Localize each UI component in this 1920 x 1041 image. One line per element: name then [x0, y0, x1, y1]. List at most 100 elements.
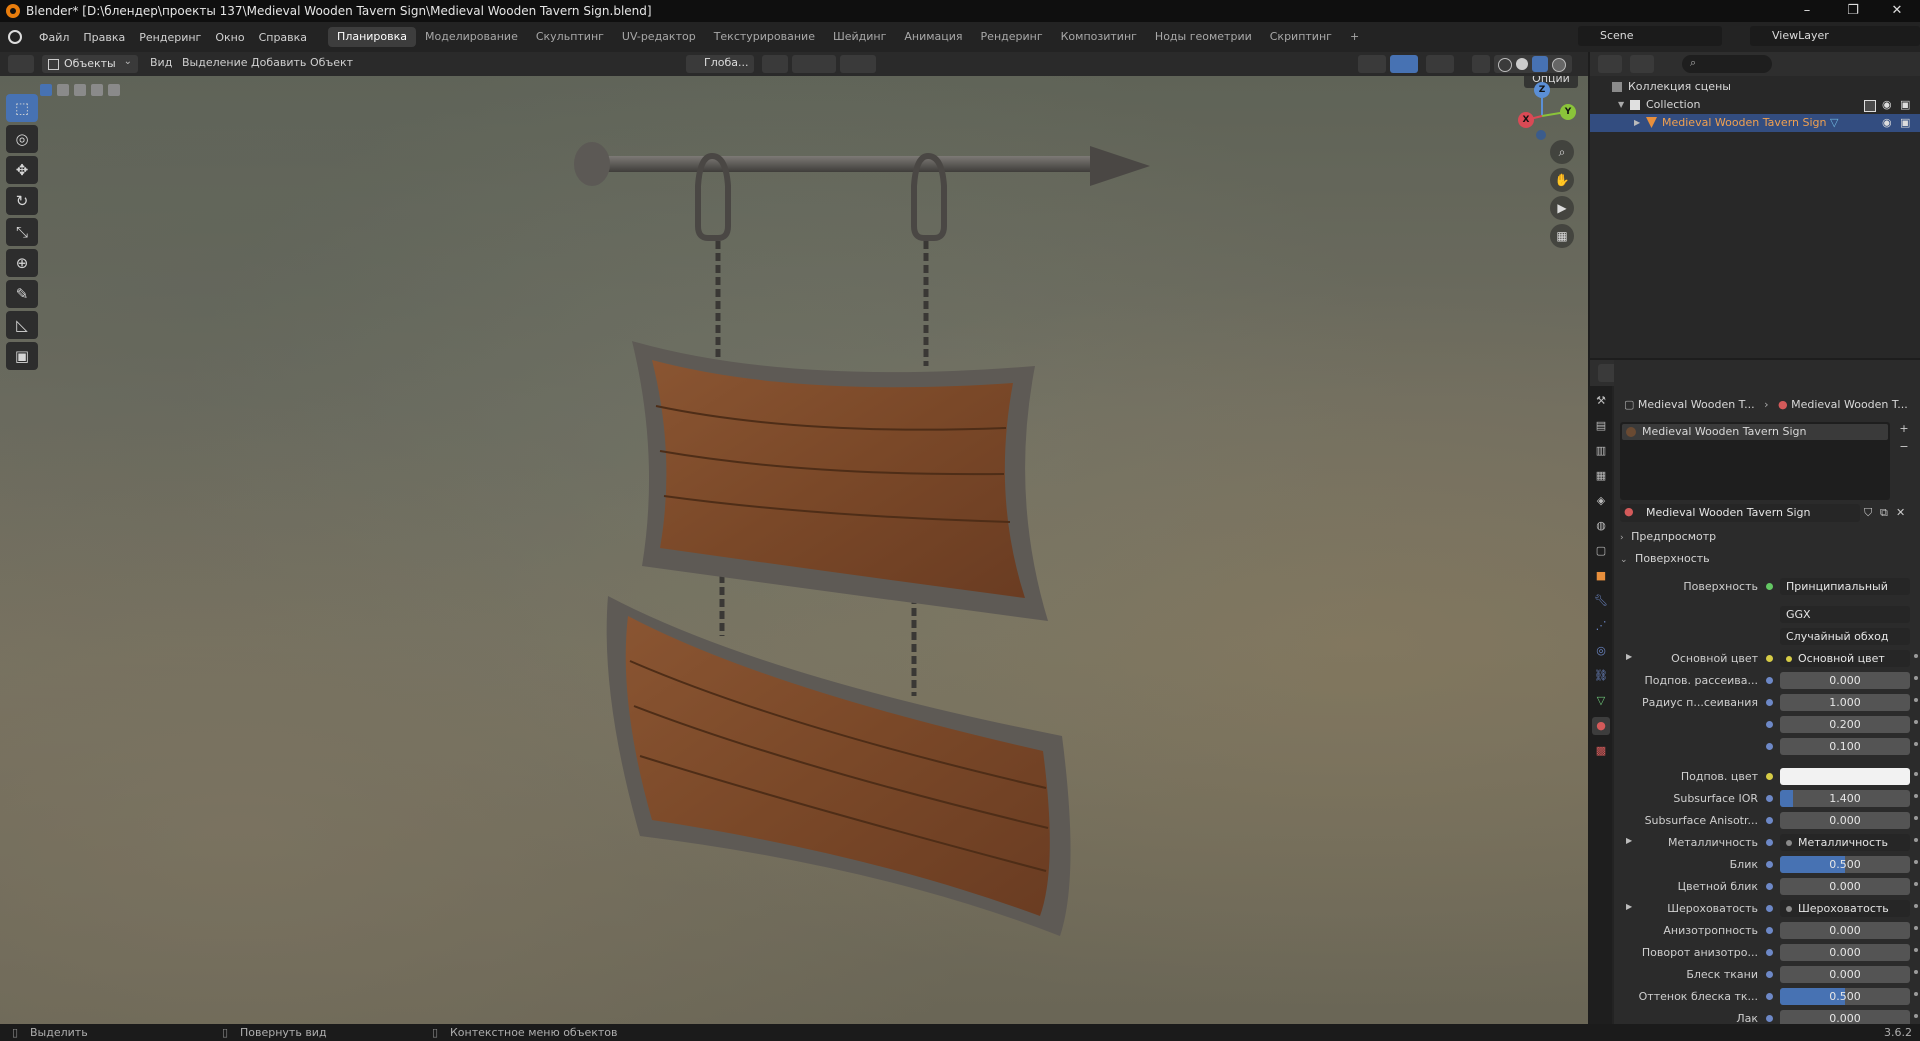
input-socket-icon[interactable] [1766, 949, 1773, 956]
keyframe-dot-icon[interactable] [1914, 904, 1918, 908]
input-socket-icon[interactable] [1766, 743, 1773, 750]
exclude-checkbox[interactable] [1864, 100, 1876, 112]
menu-help[interactable]: Справка [252, 31, 314, 44]
expand-arrow-icon[interactable]: ▶ [1634, 114, 1640, 132]
fake-user-icon[interactable]: ⛉ [1864, 506, 1872, 520]
tab-geometry-nodes[interactable]: Ноды геометрии [1146, 27, 1261, 47]
render-camera-icon[interactable]: ▣ [1900, 114, 1910, 132]
keyframe-dot-icon[interactable] [1914, 970, 1918, 974]
scene-selector[interactable]: Scene [1578, 26, 1722, 46]
tab-layout[interactable]: Планировка [328, 27, 417, 47]
menu-add[interactable]: Добавить [251, 56, 306, 69]
perspective-toggle-icon[interactable]: ▦ [1550, 224, 1574, 248]
input-socket-icon[interactable] [1766, 699, 1773, 706]
expand-arrow-icon[interactable]: ▶ [1626, 836, 1632, 845]
output-tab-icon[interactable]: ▥ [1592, 442, 1610, 460]
input-socket-icon[interactable] [1766, 839, 1773, 846]
wireframe-shading-icon[interactable] [1498, 58, 1512, 72]
input-socket-icon[interactable] [1766, 721, 1773, 728]
proportional-edit-button[interactable] [840, 55, 876, 73]
tab-scripting[interactable]: Скриптинг [1261, 27, 1341, 47]
color-swatch[interactable] [1780, 768, 1910, 785]
scene-tab-icon[interactable]: ◈ [1592, 492, 1610, 510]
unlink-icon[interactable]: ✕ [1896, 506, 1905, 519]
outliner-scene-collection-row[interactable]: Коллекция сцены [1590, 78, 1920, 96]
input-socket-icon[interactable] [1766, 861, 1773, 868]
number-slider[interactable]: 0.100 [1780, 738, 1910, 755]
material-name-field[interactable]: Medieval Wooden Tavern Sign [1646, 506, 1810, 519]
duplicate-icon[interactable]: ⧉ [1880, 506, 1888, 520]
xray-toggle-button[interactable] [1472, 55, 1490, 73]
gizmo-y-axis[interactable]: Y [1560, 104, 1576, 120]
view-layer-tab-icon[interactable]: ▦ [1592, 467, 1610, 485]
gizmo-toggle-button[interactable] [1390, 55, 1418, 73]
keyframe-dot-icon[interactable] [1914, 926, 1918, 930]
input-socket-icon[interactable] [1766, 817, 1773, 824]
input-socket-icon[interactable] [1766, 883, 1773, 890]
eye-icon[interactable]: ◉ [1882, 96, 1892, 114]
remove-slot-button[interactable]: − [1896, 440, 1912, 456]
texture-tab-icon[interactable]: ▩ [1592, 742, 1610, 760]
close-button[interactable]: ✕ [1874, 0, 1920, 22]
tab-shading[interactable]: Шейдинг [824, 27, 895, 47]
add-slot-button[interactable]: + [1896, 422, 1912, 438]
linked-input-field[interactable]: Шероховатость [1780, 900, 1910, 917]
number-slider[interactable]: 1.000 [1780, 694, 1910, 711]
keyframe-dot-icon[interactable] [1914, 794, 1918, 798]
view-layer-selector[interactable]: ViewLayer [1750, 26, 1920, 46]
overlay-toggle-button[interactable] [1426, 55, 1454, 73]
number-slider[interactable]: 0.500 [1780, 856, 1910, 873]
solid-shading-icon[interactable] [1516, 58, 1528, 70]
tab-compositing[interactable]: Композитинг [1052, 27, 1146, 47]
pan-hand-icon[interactable]: ✋ [1550, 168, 1574, 192]
collection-tab-icon[interactable]: ▢ [1592, 542, 1610, 560]
number-slider[interactable]: 1.400 [1780, 790, 1910, 807]
input-socket-icon[interactable] [1766, 677, 1773, 684]
material-shading-icon[interactable] [1532, 56, 1548, 72]
distribution-dropdown[interactable]: GGX [1780, 606, 1910, 623]
outliner-editor-type-button[interactable] [1598, 55, 1622, 73]
surface-shader-field[interactable]: Принципиальный BSDF [1780, 578, 1910, 595]
editor-type-button[interactable] [8, 55, 34, 73]
mesh-data-tab-icon[interactable]: ▽ [1592, 692, 1610, 710]
tavern-sign-model[interactable] [574, 142, 1150, 936]
expand-arrow-icon[interactable]: ▶ [1626, 652, 1632, 661]
expand-arrow-icon[interactable]: ▼ [1618, 96, 1624, 114]
keyframe-dot-icon[interactable] [1914, 992, 1918, 996]
constraints-tab-icon[interactable]: ⛓︎ [1592, 667, 1610, 685]
material-slot-list[interactable]: Medieval Wooden Tavern Sign [1620, 422, 1890, 500]
input-socket-icon[interactable] [1766, 795, 1773, 802]
modifier-tab-icon[interactable]: 🔧︎ [1592, 592, 1610, 610]
number-slider[interactable]: 0.200 [1780, 716, 1910, 733]
tab-uv-editing[interactable]: UV-редактор [613, 27, 705, 47]
world-tab-icon[interactable]: ◍ [1592, 517, 1610, 535]
menu-select[interactable]: Выделение [182, 56, 248, 69]
gizmo-neg-z-axis[interactable] [1536, 130, 1546, 140]
add-workspace-button[interactable]: + [1341, 27, 1368, 47]
input-socket-icon[interactable] [1766, 773, 1773, 780]
menu-window[interactable]: Окно [208, 31, 251, 44]
tab-animation[interactable]: Анимация [895, 27, 971, 47]
outliner-object-row[interactable]: ▶ Medieval Wooden Tavern Sign ▽ ◉ ▣ [1590, 114, 1920, 132]
number-slider[interactable]: 0.000 [1780, 812, 1910, 829]
tab-texture-paint[interactable]: Текстурирование [705, 27, 824, 47]
material-slot-item[interactable]: Medieval Wooden Tavern Sign [1622, 424, 1888, 440]
keyframe-dot-icon[interactable] [1914, 816, 1918, 820]
object-tab-icon[interactable]: ■ [1592, 567, 1610, 585]
gizmo-x-axis[interactable]: X [1518, 112, 1534, 128]
shading-mode-buttons[interactable] [1494, 55, 1572, 73]
input-socket-icon[interactable] [1766, 655, 1773, 662]
restore-button[interactable]: ❐ [1830, 0, 1876, 22]
menu-edit[interactable]: Правка [76, 31, 132, 44]
input-socket-icon[interactable] [1766, 905, 1773, 912]
mesh-data-icon[interactable]: ▽ [1830, 114, 1838, 132]
zoom-icon[interactable]: ⌕ [1550, 140, 1574, 164]
eye-icon[interactable]: ◉ [1882, 114, 1892, 132]
physics-tab-icon[interactable]: ◎ [1592, 642, 1610, 660]
number-slider[interactable]: 0.500 [1780, 988, 1910, 1005]
shader-socket-icon[interactable] [1766, 583, 1773, 590]
keyframe-dot-icon[interactable] [1914, 1014, 1918, 1018]
number-slider[interactable]: 0.000 [1780, 878, 1910, 895]
keyframe-dot-icon[interactable] [1914, 698, 1918, 702]
input-socket-icon[interactable] [1766, 927, 1773, 934]
